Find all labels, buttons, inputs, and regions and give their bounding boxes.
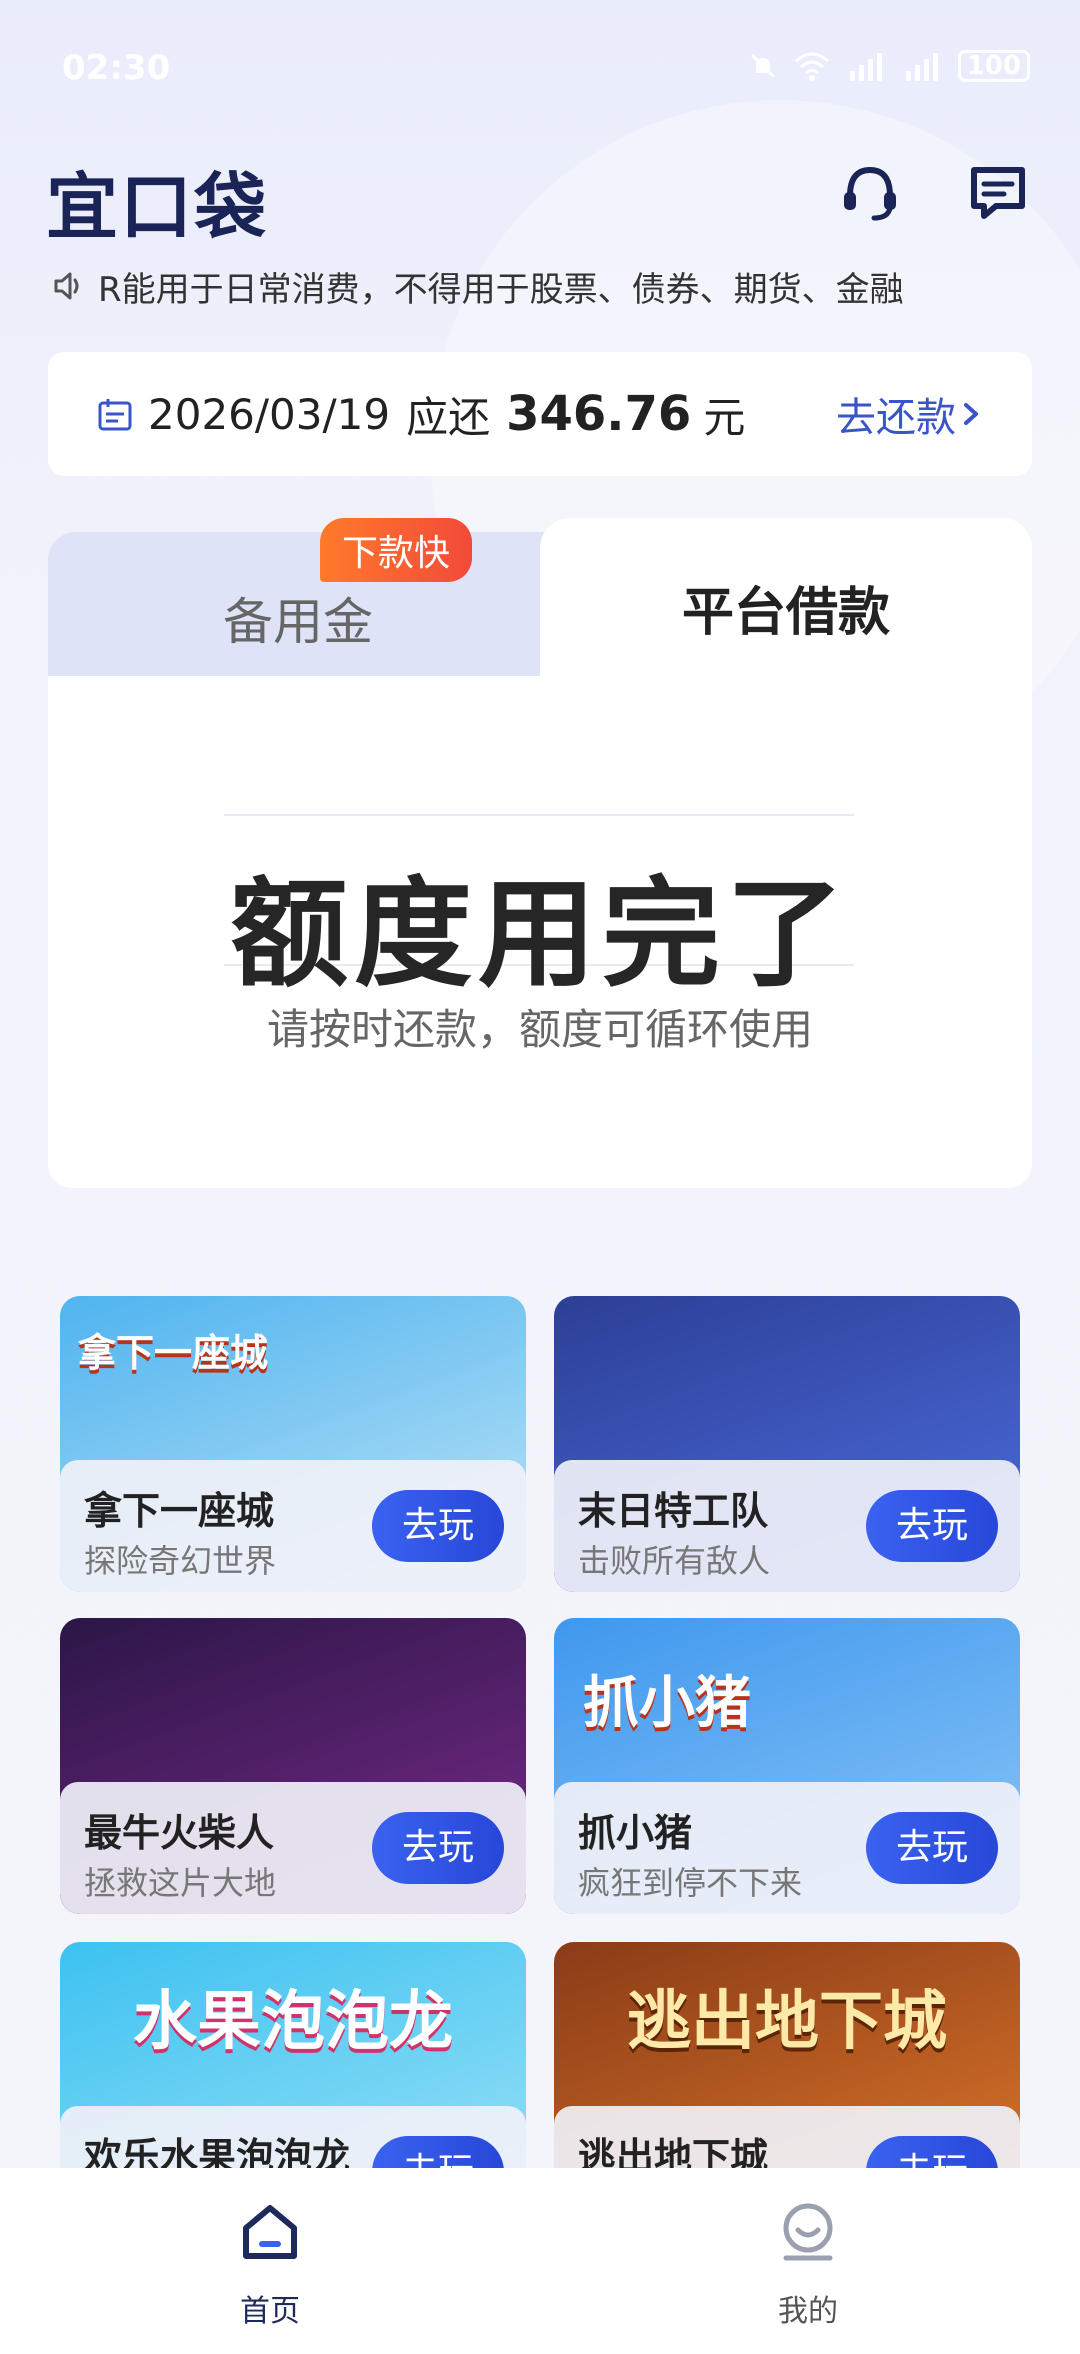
signal-icon — [905, 53, 938, 81]
repayment-unit: 元 — [703, 392, 746, 442]
bottom-nav: 首页 我的 — [0, 2168, 1080, 2354]
battery-icon: 100 — [957, 50, 1030, 82]
game-card[interactable]: 拿下一座城 拿下一座城 探险奇幻世界 去玩 — [60, 1296, 526, 1592]
tab-platform-loan-label: 平台借款 — [681, 583, 890, 643]
signal-icon — [849, 53, 882, 81]
game-grid: 拿下一座城 拿下一座城 探险奇幻世界 去玩 末日特工队 击败所有敌人 去玩 最牛… — [60, 1296, 1020, 2196]
home-icon — [243, 2205, 297, 2259]
game-art-title: 拿下一座城 — [77, 1331, 268, 1375]
game-card[interactable]: 最牛火柴人 拯救这片大地 去玩 — [60, 1618, 526, 1914]
status-time: 02:30 — [62, 48, 171, 88]
headset-icon[interactable] — [838, 160, 902, 224]
game-desc: 疯狂到停不下来 — [578, 1864, 803, 1902]
tab-reserve-fund-label: 备用金 — [223, 593, 373, 651]
game-info: 末日特工队 击败所有敌人 去玩 — [554, 1460, 1020, 1592]
game-info: 抓小猪 疯狂到停不下来 去玩 — [554, 1782, 1020, 1914]
play-button[interactable]: 去玩 — [372, 1490, 504, 1562]
game-card[interactable]: 水果泡泡龙 欢乐水果泡泡龙 去玩 — [60, 1942, 526, 2196]
wifi-icon — [794, 52, 829, 81]
bill-icon — [98, 399, 132, 431]
chevron-right-icon — [964, 403, 978, 425]
notice-text: R能用于日常消费，不得用于股票、债券、期货、金融 — [98, 269, 904, 310]
game-name: 末日特工队 — [578, 1489, 769, 1533]
quota-title: 额度用完了 — [229, 865, 850, 1003]
profile-icon — [783, 2203, 833, 2261]
app-logo: 宜口袋 — [46, 165, 269, 249]
quota-subtitle: 请按时还款，额度可循环使用 — [266, 1005, 813, 1054]
repayment-due-label: 应还 — [406, 392, 491, 442]
notice-marquee: R能用于日常消费，不得用于股票、债券、期货、金融 — [52, 262, 1032, 310]
repayment-date: 2026/03/19 — [148, 389, 391, 439]
mute-icon — [750, 53, 775, 79]
game-art-title: 抓小猪 — [583, 1671, 751, 1736]
fast-payout-badge: 下款快 — [320, 518, 473, 582]
nav-label-home: 首页 — [240, 2294, 300, 2329]
game-card[interactable]: 抓小猪 抓小猪 疯狂到停不下来 去玩 — [554, 1618, 1020, 1914]
game-desc: 击败所有敌人 — [578, 1542, 771, 1580]
game-art-title: 水果泡泡龙 — [133, 1985, 453, 2059]
status-icons: 100 — [748, 50, 1030, 82]
game-info: 最牛火柴人 拯救这片大地 去玩 — [60, 1782, 526, 1914]
repay-button[interactable]: 去还款 — [836, 385, 986, 443]
tab-platform-loan[interactable]: 平台借款 — [540, 518, 1032, 698]
game-info: 拿下一座城 探险奇幻世界 去玩 — [60, 1460, 526, 1592]
game-card[interactable]: 逃出地下城 逃出地下城 去玩 — [554, 1942, 1020, 2196]
message-icon[interactable] — [966, 160, 1030, 224]
tab-reserve-fund[interactable]: 备用金 — [48, 532, 548, 696]
game-name: 拿下一座城 — [84, 1489, 275, 1533]
play-button[interactable]: 去玩 — [866, 1490, 998, 1562]
play-button[interactable]: 去玩 — [866, 1812, 998, 1884]
play-button[interactable]: 去玩 — [372, 1812, 504, 1884]
repay-button-label: 去还款 — [836, 395, 956, 441]
game-desc: 探险奇幻世界 — [84, 1542, 277, 1580]
nav-label-profile: 我的 — [778, 2294, 838, 2329]
repayment-card[interactable]: 2026/03/19 应还 346.76 元 去还款 — [48, 352, 1032, 476]
loan-panel: 备用金 下款快 平台借款 额度用完了 请按时还款，额度可循环使用 — [48, 518, 1032, 1188]
repayment-amount: 346.76 — [506, 386, 692, 442]
game-name: 抓小猪 — [578, 1811, 693, 1855]
speaker-icon — [54, 272, 79, 300]
game-card[interactable]: 末日特工队 击败所有敌人 去玩 — [554, 1296, 1020, 1592]
nav-item-home[interactable]: 首页 — [170, 2200, 370, 2330]
game-desc: 拯救这片大地 — [84, 1864, 277, 1902]
status-bar: 02:30 100 — [0, 0, 1080, 120]
game-name: 最牛火柴人 — [84, 1811, 275, 1855]
game-art-title: 逃出地下城 — [627, 1985, 947, 2059]
nav-item-profile[interactable]: 我的 — [708, 2200, 908, 2330]
